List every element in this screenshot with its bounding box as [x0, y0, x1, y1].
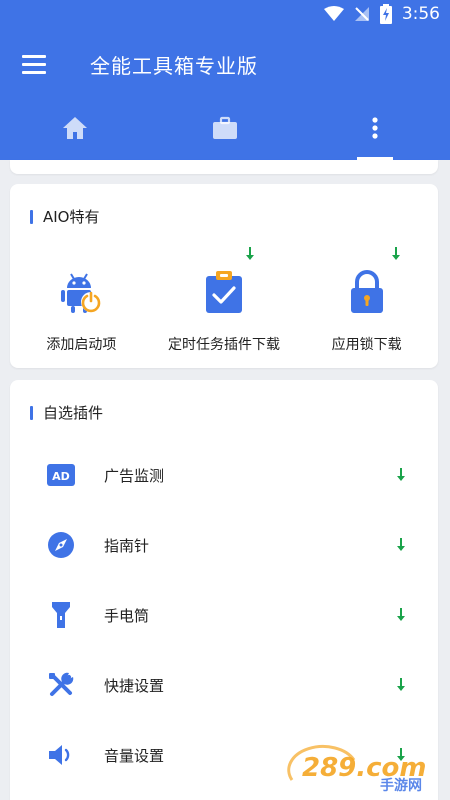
- home-icon: [62, 116, 88, 144]
- app-title: 全能工具箱专业版: [90, 53, 258, 78]
- plugin-label: 快捷设置: [104, 676, 165, 695]
- watermark-subtext: 手游网: [380, 777, 422, 794]
- aio-item-add-startup[interactable]: 添加启动项: [10, 244, 153, 354]
- plugin-label: 音量设置: [104, 746, 165, 765]
- download-arrow-icon[interactable]: [396, 537, 406, 556]
- clipboard-check-icon: [204, 270, 244, 318]
- download-arrow-icon[interactable]: [396, 607, 406, 626]
- plugin-item-flashlight[interactable]: 手电筒: [10, 580, 438, 650]
- tools-icon: [46, 670, 76, 700]
- tab-tools[interactable]: [150, 100, 300, 160]
- aio-item-app-lock[interactable]: 应用锁下载: [295, 244, 438, 354]
- no-signal-icon: [354, 6, 370, 22]
- menu-icon[interactable]: [22, 54, 46, 74]
- plugin-item-quick-settings[interactable]: 快捷设置: [10, 650, 438, 720]
- app-bar: 3:56 全能工具箱专业版: [0, 0, 450, 160]
- aio-item-label: 应用锁下载: [331, 337, 402, 353]
- plugin-item-ad-monitor[interactable]: AD 广告监测: [10, 440, 438, 510]
- plugins-card: 自选插件 AD 广告监测 指南针 手电筒 快捷设置 音量设置: [10, 380, 438, 800]
- status-bar: 3:56: [0, 0, 450, 28]
- briefcase-icon: [212, 116, 238, 144]
- android-power-icon: [57, 268, 105, 320]
- aio-item-label: 添加启动项: [46, 337, 117, 353]
- plugin-label: 广告监测: [104, 466, 165, 485]
- site-watermark: 289.com 手游网: [284, 740, 444, 796]
- battery-charging-icon: [379, 4, 392, 24]
- section-marker: [30, 209, 33, 224]
- aio-item-scheduled-task-plugin[interactable]: 定时任务插件下载: [153, 244, 296, 354]
- tab-home[interactable]: [0, 100, 150, 160]
- tab-bar: [0, 100, 450, 160]
- flashlight-icon: [46, 600, 76, 630]
- plugins-section-title: 自选插件: [43, 404, 104, 422]
- plugins-section-header: 自选插件: [30, 402, 103, 423]
- wifi-icon: [323, 6, 344, 22]
- speaker-icon: [46, 740, 76, 770]
- previous-card: [10, 160, 438, 174]
- download-arrow-icon: [245, 246, 255, 265]
- download-arrow-icon: [391, 246, 401, 265]
- lock-icon: [349, 270, 385, 318]
- download-arrow-icon[interactable]: [396, 467, 406, 486]
- download-arrow-icon[interactable]: [396, 677, 406, 696]
- status-time: 3:56: [401, 4, 440, 24]
- aio-item-label: 定时任务插件下载: [168, 337, 280, 353]
- plugin-label: 指南针: [104, 536, 150, 555]
- aio-section-title: AIO特有: [43, 208, 100, 226]
- more-vert-icon: [371, 116, 379, 144]
- compass-icon: [46, 530, 76, 560]
- tab-more[interactable]: [300, 100, 450, 160]
- plugin-label: 手电筒: [104, 606, 150, 625]
- aio-card: AIO特有 添加启动项 定时任务插件下载 应用锁下载: [10, 184, 438, 368]
- plugin-item-compass[interactable]: 指南针: [10, 510, 438, 580]
- ad-badge-icon: AD: [46, 460, 76, 490]
- section-marker: [30, 405, 33, 420]
- aio-section-header: AIO特有: [30, 206, 100, 227]
- svg-text:AD: AD: [52, 470, 70, 483]
